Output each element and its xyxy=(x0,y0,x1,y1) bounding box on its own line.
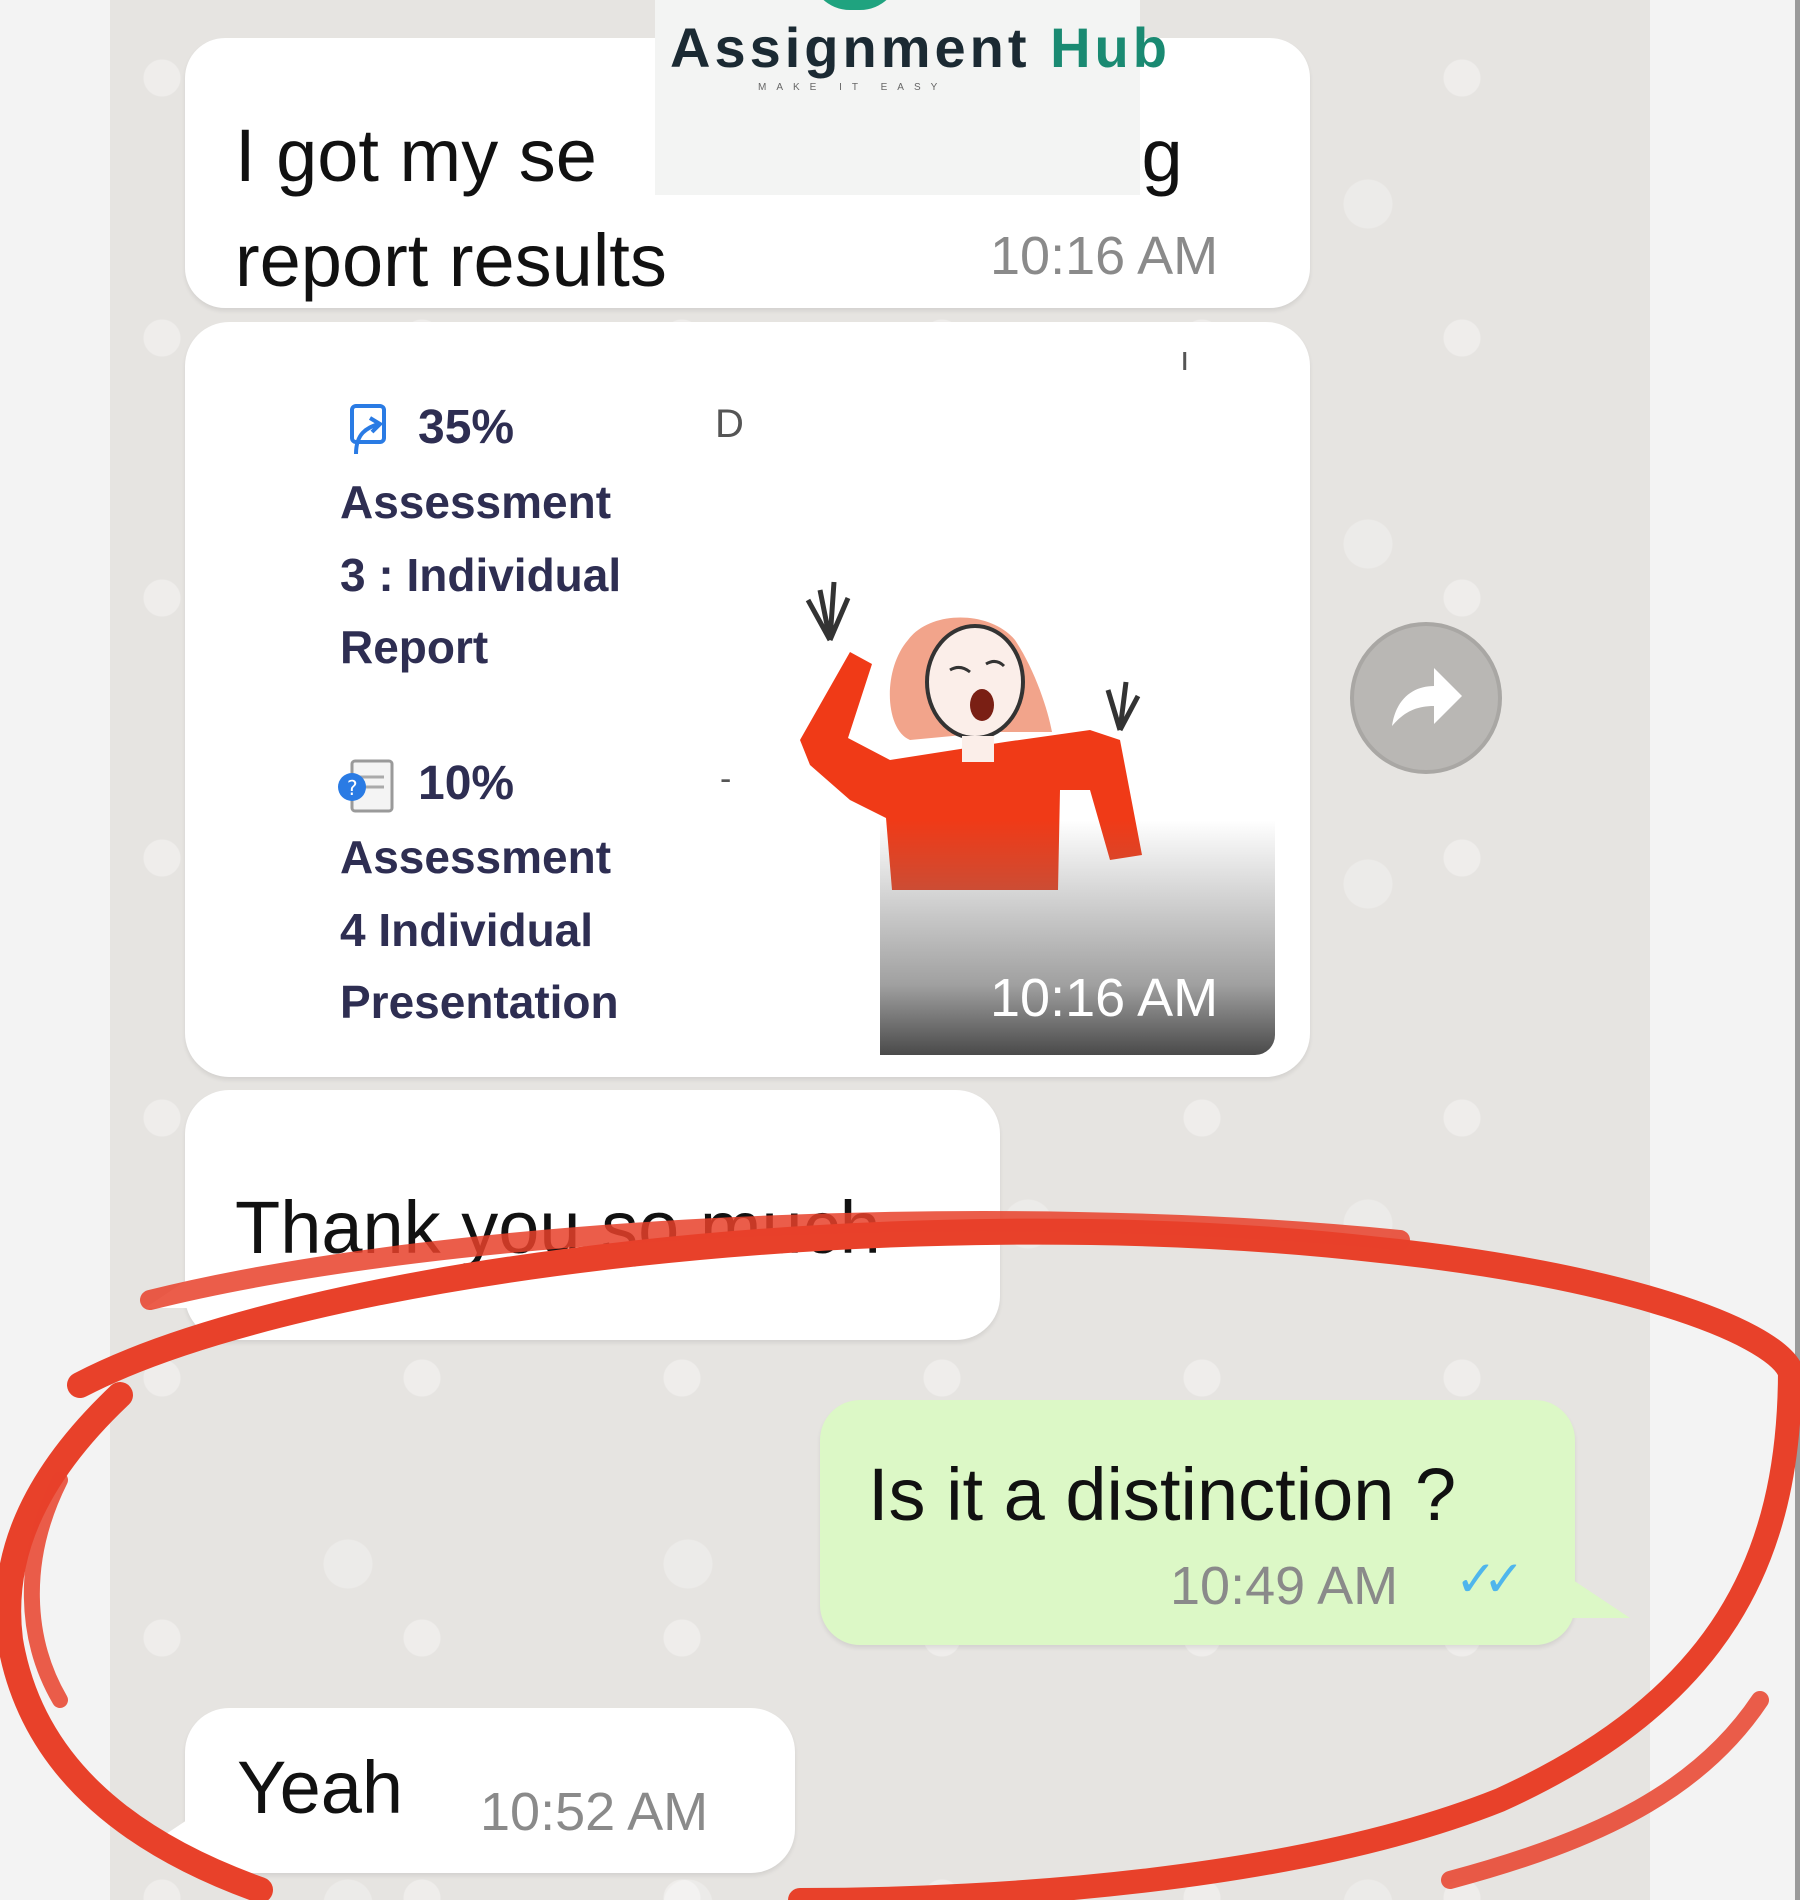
highlight-ring-annotation xyxy=(0,1211,1800,1900)
